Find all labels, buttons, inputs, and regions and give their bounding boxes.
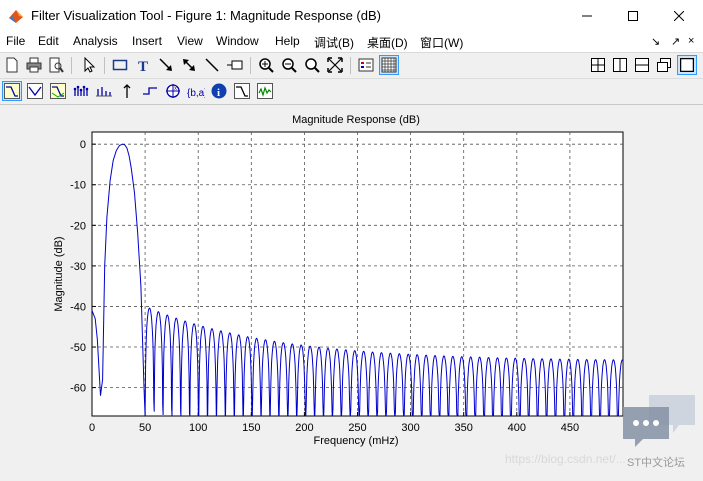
maximize-icon <box>628 10 638 21</box>
magnitude-phase-icon[interactable] <box>48 81 68 101</box>
grid-icon[interactable] <box>379 55 399 75</box>
menu-help[interactable]: Help <box>275 34 300 48</box>
chat-bubble-icon <box>623 395 695 447</box>
y-tick-label: -10 <box>70 180 86 192</box>
y-tick-label: 0 <box>80 139 86 151</box>
x-tick-label: 50 <box>139 422 151 434</box>
x-tick-label: 350 <box>455 422 473 434</box>
split-vertical-icon[interactable] <box>610 55 630 75</box>
y-axis-label: Magnitude (dB) <box>53 236 65 311</box>
x-tick-label: 250 <box>348 422 366 434</box>
window-title: Filter Visualization Tool - Figure 1: Ma… <box>31 8 381 23</box>
filter-coeffs-icon[interactable]: {b,a} <box>186 81 206 101</box>
step-response-icon[interactable] <box>117 81 137 101</box>
x-tick-label: 450 <box>561 422 579 434</box>
watermark-url: https://blog.csdn.net/... <box>505 452 626 466</box>
noise-icon[interactable] <box>255 81 275 101</box>
chart-title: Magnitude Response (dB) <box>292 114 420 126</box>
arrow-double-icon[interactable] <box>179 55 199 75</box>
select-arrow-icon[interactable] <box>79 55 99 75</box>
close-icon <box>674 10 684 21</box>
y-tick-label: -20 <box>70 220 86 232</box>
callout-icon[interactable] <box>225 55 245 75</box>
new-file-icon[interactable] <box>2 55 22 75</box>
menu-view[interactable]: View <box>177 34 203 48</box>
print-preview-icon[interactable] <box>46 55 66 75</box>
menu-window-cn[interactable]: 窗口(W) <box>420 34 463 51</box>
tile-icon[interactable] <box>588 55 608 75</box>
magnitude-icon[interactable] <box>2 81 22 101</box>
svg-text:T: T <box>138 59 148 73</box>
menu-window[interactable]: Window <box>216 34 259 48</box>
close-button[interactable] <box>656 0 702 31</box>
menu-bar: File Edit Analysis Insert View Window He… <box>0 31 703 53</box>
figure-close-icon[interactable]: × <box>688 35 694 47</box>
zoom-in-icon[interactable] <box>256 55 276 75</box>
figure-area: Magnitude Response (dB) 0 50 100 150 200 250 3… <box>0 105 703 478</box>
figure-toolbar: T <box>0 53 703 79</box>
menu-file[interactable]: File <box>6 34 25 48</box>
text-icon[interactable]: T <box>133 55 153 75</box>
x-tick-label: 300 <box>401 422 419 434</box>
zoom-x-icon[interactable] <box>302 55 322 75</box>
line-icon[interactable] <box>202 55 222 75</box>
y-tick-label: -60 <box>70 383 86 395</box>
split-horizontal-icon[interactable] <box>632 55 652 75</box>
group-delay-icon[interactable] <box>71 81 91 101</box>
x-tick-label: 400 <box>508 422 526 434</box>
title-bar: Filter Visualization Tool - Figure 1: Ma… <box>0 0 703 32</box>
menu-analysis[interactable]: Analysis <box>73 34 118 48</box>
maximize-button[interactable] <box>610 0 656 31</box>
undock-icon[interactable]: ↗ <box>671 35 680 48</box>
svg-text:i: i <box>217 87 220 99</box>
x-tick-label: 0 <box>89 422 95 434</box>
x-tick-label: 150 <box>242 422 260 434</box>
y-tick-label: -40 <box>70 301 86 313</box>
pole-zero-icon[interactable] <box>140 81 160 101</box>
legend-icon[interactable] <box>356 55 376 75</box>
dock-icon[interactable]: ↘ <box>651 35 660 48</box>
matlab-logo-icon <box>9 10 23 23</box>
impulse-response-icon[interactable] <box>94 81 114 101</box>
menu-debug[interactable]: 调试(B) <box>314 34 354 51</box>
menu-edit[interactable]: Edit <box>38 34 59 48</box>
filter-response-icon[interactable] <box>232 81 252 101</box>
menu-desktop[interactable]: 桌面(D) <box>367 34 408 51</box>
restore-icon[interactable] <box>654 55 674 75</box>
print-icon[interactable] <box>24 55 44 75</box>
full-view-icon[interactable] <box>325 55 345 75</box>
y-tick-label: -50 <box>70 342 86 354</box>
maximize-panel-icon[interactable] <box>677 55 697 75</box>
svg-text:{b,a}: {b,a} <box>187 88 205 99</box>
y-tick-label: -30 <box>70 261 86 273</box>
x-tick-label: 200 <box>295 422 313 434</box>
menu-insert[interactable]: Insert <box>132 34 162 48</box>
analysis-toolbar: x {b,a} i <box>0 79 703 105</box>
watermark-site: ST中文论坛 <box>627 457 686 469</box>
x-tick-label: 100 <box>189 422 207 434</box>
coefficients-icon[interactable]: x <box>163 81 183 101</box>
phase-icon[interactable] <box>25 81 45 101</box>
zoom-out-icon[interactable] <box>279 55 299 75</box>
arrow-icon[interactable] <box>156 55 176 75</box>
x-axis-label: Frequency (mHz) <box>314 435 399 447</box>
magnitude-response-chart[interactable]: Magnitude Response (dB) 0 50 100 150 200 250 3… <box>0 105 703 478</box>
info-icon[interactable]: i <box>209 81 229 101</box>
minimize-button[interactable] <box>564 0 610 31</box>
minimize-icon <box>582 15 592 16</box>
svg-text:x: x <box>174 86 177 92</box>
rectangle-icon[interactable] <box>110 55 130 75</box>
